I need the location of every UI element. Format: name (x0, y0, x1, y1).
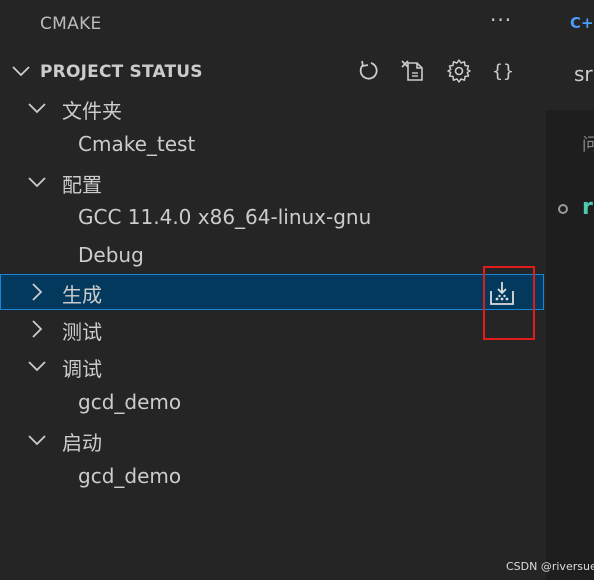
tree-item-launch-target[interactable]: gcd_demo (0, 459, 546, 495)
tree-item-label: Cmake_test (78, 132, 196, 156)
editor-area: C+ sr 问 r (546, 0, 594, 580)
tree-item-debug-target[interactable]: gcd_demo (0, 385, 546, 421)
tree-item-label: GCC 11.4.0 x86_64-linux-gnu (78, 205, 372, 229)
tree-item-label: 调试 (62, 357, 102, 381)
tree-item-build-type[interactable]: Debug (0, 238, 546, 274)
editor-tab-bar: C+ sr (546, 0, 594, 110)
clear-all-icon[interactable] (400, 58, 426, 84)
tree-item-label: 文件夹 (62, 99, 122, 123)
gear-icon[interactable] (446, 58, 472, 84)
tree-item-label: 配置 (62, 173, 102, 197)
section-title: PROJECT STATUS (40, 62, 203, 82)
tree-item-test[interactable]: 测试 (0, 311, 546, 347)
chevron-down-icon (28, 361, 46, 372)
watermark: CSDN @riversuer (506, 560, 594, 573)
tree-item-label: 启动 (62, 431, 102, 455)
tree-item-label: Debug (78, 243, 144, 267)
chevron-down-icon (28, 103, 46, 114)
more-actions-icon[interactable]: ··· (490, 8, 512, 32)
sidebar-title: CMAKE (40, 14, 102, 34)
annotation-highlight-box (483, 266, 535, 340)
braces-glyph: {} (492, 61, 514, 82)
chevron-right-icon (32, 283, 43, 301)
tree-item-kit[interactable]: GCC 11.4.0 x86_64-linux-gnu (0, 200, 546, 236)
tree-item-label: 测试 (62, 320, 102, 344)
refresh-icon[interactable] (356, 58, 382, 84)
tree-item-configure[interactable]: 配置 (0, 164, 546, 200)
tree-item-debug[interactable]: 调试 (0, 348, 546, 384)
code-text: r (582, 195, 593, 220)
tree-item-build[interactable]: 生成 (0, 274, 544, 310)
chevron-down-icon (28, 177, 46, 188)
tree-item-folder[interactable]: 文件夹 (0, 90, 546, 126)
editor-tab[interactable]: sr (574, 62, 593, 86)
project-status-section-header[interactable]: PROJECT STATUS {} (0, 56, 546, 90)
circle-icon (558, 204, 568, 214)
tree-item-label: gcd_demo (78, 464, 182, 488)
chevron-down-icon (12, 66, 30, 77)
tree-item-label: 生成 (62, 283, 102, 307)
cpp-file-icon: C+ (570, 14, 594, 32)
chevron-right-icon (32, 320, 43, 338)
cmake-sidebar: CMAKE ··· PROJECT STATUS {} 文件夹 Cmake_te… (0, 0, 546, 580)
panel-tab-label[interactable]: 问 (582, 130, 594, 155)
chevron-down-icon (28, 435, 46, 446)
sidebar-header: CMAKE ··· (0, 0, 546, 48)
tree-item-project[interactable]: Cmake_test (0, 127, 546, 163)
tree-item-launch[interactable]: 启动 (0, 422, 546, 458)
tree-item-label: gcd_demo (78, 390, 182, 414)
braces-icon[interactable]: {} (490, 58, 516, 84)
